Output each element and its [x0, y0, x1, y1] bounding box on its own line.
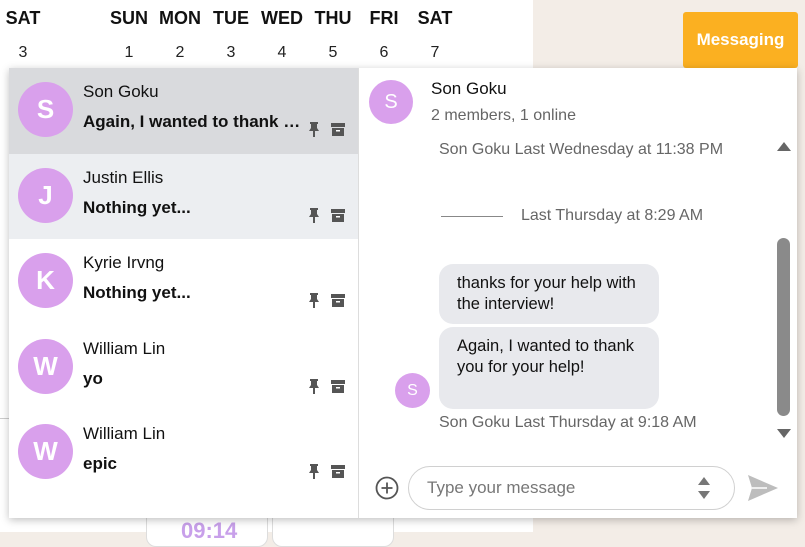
calendar-date[interactable]: 7: [415, 44, 455, 62]
conversation-name: William Lin: [83, 338, 166, 358]
pin-icon[interactable]: [307, 463, 321, 479]
message-bubble: thanks for your help with the interview!: [439, 264, 659, 324]
divider: [441, 216, 503, 217]
avatar: J: [18, 167, 73, 223]
calendar-day-label: SAT: [417, 8, 453, 28]
calendar-date[interactable]: 3: [3, 44, 43, 62]
conversation-preview: Again, I wanted to thank you for your he…: [83, 112, 305, 131]
conversation-preview: yo: [83, 368, 103, 388]
date-divider-label: Last Thursday at 8:29 AM: [521, 207, 704, 224]
conversation-item[interactable]: W William Lin yo: [9, 325, 358, 411]
avatar: W: [18, 338, 73, 394]
conversation-item[interactable]: J Justin Ellis Nothing yet...: [9, 153, 358, 239]
conversation-detail: S Son Goku 2 members, 1 online Son Goku …: [359, 68, 797, 518]
avatar: W: [18, 424, 73, 479]
pin-icon[interactable]: [307, 121, 321, 137]
conversation-name: William Lin: [83, 424, 166, 443]
conversation-item[interactable]: K Kyrie Irvng Nothing yet...: [9, 239, 358, 325]
conversation-name: Justin Ellis: [83, 167, 164, 187]
conversation-title: Son Goku: [431, 79, 507, 98]
message-bubble: Again, I wanted to thank you for your he…: [439, 327, 659, 409]
message-meta: Son Goku Last Thursday at 9:18 AM: [439, 414, 697, 431]
scroll-down-arrow-icon[interactable]: [777, 429, 791, 438]
archive-icon[interactable]: [331, 123, 345, 136]
calendar-date[interactable]: 1: [109, 44, 149, 62]
pin-icon[interactable]: [307, 207, 321, 223]
conversation-name: Kyrie Irvng: [83, 253, 165, 272]
conversation-subtitle: 2 members, 1 online: [431, 107, 576, 124]
calendar-date[interactable]: 2: [160, 44, 200, 62]
timer-text: 09:14: [181, 518, 238, 543]
messaging-button[interactable]: Messaging: [683, 12, 798, 68]
message-meta: Son Goku Last Wednesday at 11:38 PM: [439, 141, 724, 158]
conversation-name: Son Goku: [83, 82, 159, 101]
avatar: K: [18, 253, 73, 308]
scroll-up-arrow-icon[interactable]: [777, 142, 791, 151]
archive-icon[interactable]: [331, 208, 345, 222]
archive-icon[interactable]: [331, 294, 345, 307]
conversation-list: S Son Goku Again, I wanted to thank you …: [9, 68, 359, 518]
chat-window: S Son Goku Again, I wanted to thank you …: [9, 68, 797, 518]
stepper-icon[interactable]: [697, 475, 711, 501]
calendar-date[interactable]: 5: [313, 44, 353, 62]
conversation-item[interactable]: W William Lin epic: [9, 410, 358, 496]
archive-icon[interactable]: [331, 379, 345, 393]
conversation-preview: Nothing yet...: [83, 197, 191, 217]
conversation-item[interactable]: S Son Goku Again, I wanted to thank you …: [9, 68, 358, 154]
message-input[interactable]: [408, 466, 735, 510]
pin-icon[interactable]: [307, 292, 321, 308]
pin-icon[interactable]: [307, 378, 321, 394]
avatar: S: [395, 373, 430, 408]
avatar: S: [18, 82, 73, 137]
scrollbar-thumb[interactable]: [777, 238, 790, 416]
archive-icon[interactable]: [331, 465, 345, 478]
conversation-preview: epic: [83, 454, 118, 473]
add-circle-icon[interactable]: [375, 476, 399, 500]
calendar-date[interactable]: 6: [364, 44, 404, 62]
calendar-date[interactable]: 4: [262, 44, 302, 62]
calendar-day-label: SAT: [5, 8, 41, 28]
calendar-date[interactable]: 3: [211, 44, 251, 62]
send-icon[interactable]: [747, 473, 779, 503]
avatar: S: [369, 80, 413, 124]
conversation-preview: Nothing yet...: [83, 283, 191, 302]
